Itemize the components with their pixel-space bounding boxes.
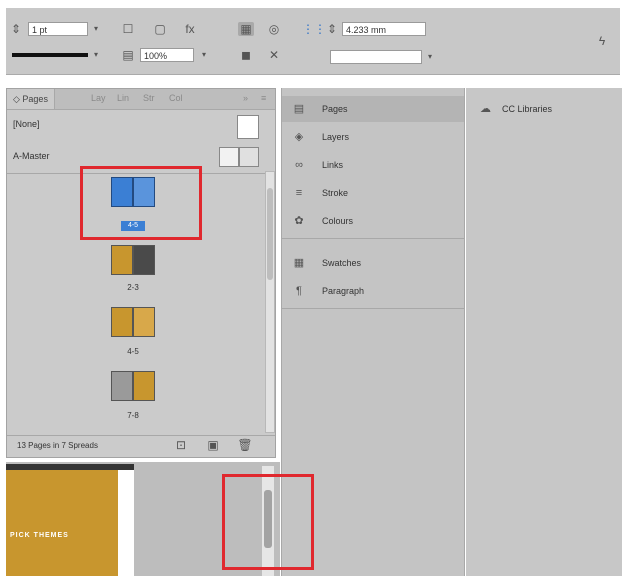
width-stepper-icon[interactable]: ⇕ xyxy=(324,22,340,36)
highlight-box-selected-spread xyxy=(80,166,202,240)
dock-divider xyxy=(282,308,464,309)
stroke-icon: ≡ xyxy=(295,187,303,199)
none-master-label[interactable]: [None] xyxy=(13,119,40,129)
cc-libraries-label[interactable]: CC Libraries xyxy=(502,104,552,114)
new-page-icon[interactable]: ▣ xyxy=(205,438,221,452)
panel-menu-icon[interactable]: ≡ xyxy=(261,93,266,103)
dock-item-stroke[interactable]: ≡ Stroke xyxy=(282,180,464,206)
zoom-field[interactable]: 100% xyxy=(140,48,194,62)
swatches-icon: ▦ xyxy=(293,257,305,269)
dock-item-label: Pages xyxy=(322,104,348,114)
dock-item-label: Swatches xyxy=(322,258,362,268)
dock-item-layers[interactable]: ◈ Layers xyxy=(282,124,464,150)
wrap-icon[interactable]: ◎ xyxy=(266,22,282,36)
tab-layers[interactable]: Lay xyxy=(91,93,106,103)
spread-thumb[interactable] xyxy=(111,307,155,337)
tab-pages-label: Pages xyxy=(22,94,48,104)
cc-libraries-panel: ☁ CC Libraries xyxy=(466,88,622,576)
control-bar: ⇕ 1 pt ▾ ▾ ☐ ▢ fx ▤ 100% ▾ ▦ ◎ ◼ ✕ ⋮⋮ ⇕ … xyxy=(6,8,620,75)
width-field[interactable]: 4.233 mm xyxy=(342,22,426,36)
dock-item-pages[interactable]: ▤ Pages xyxy=(282,96,464,122)
panel-tab-row: ◇ Pages Lay Lin Str Col » ≡ xyxy=(7,89,275,110)
colours-icon: ✿ xyxy=(294,215,304,227)
delete-page-icon[interactable]: 🗑 xyxy=(237,438,253,452)
panel-expand-icon[interactable]: » xyxy=(243,93,248,103)
stroke-color-dropdown-icon[interactable]: ▾ xyxy=(424,50,436,64)
pages-scrollbar-thumb[interactable] xyxy=(267,188,273,280)
tab-pages[interactable]: ◇ Pages xyxy=(7,89,55,109)
spread-label: 2-3 xyxy=(127,283,139,292)
dock-divider xyxy=(282,238,464,239)
page-size-icon[interactable]: ⊡ xyxy=(173,438,189,452)
document-page[interactable]: PICK THEMES xyxy=(6,470,134,576)
spread-label: 4-5 xyxy=(127,347,139,356)
zoom-dropdown-icon[interactable]: ▾ xyxy=(198,48,210,62)
spread-thumb[interactable] xyxy=(111,245,155,275)
opacity-icon[interactable]: ▤ xyxy=(120,48,136,62)
stroke-type-dropdown-icon[interactable]: ▾ xyxy=(90,48,102,62)
pages-scrollbar[interactable] xyxy=(265,171,275,433)
tab-links[interactable]: Lin xyxy=(117,93,129,103)
dock-item-label: Stroke xyxy=(322,188,349,198)
box-icon[interactable]: ▢ xyxy=(152,22,168,36)
fill-frame-icon[interactable]: ◼ xyxy=(238,48,254,62)
fx-icon[interactable]: fx xyxy=(182,22,198,36)
none-master-thumb[interactable] xyxy=(237,115,259,139)
stroke-type-swatch[interactable] xyxy=(12,53,88,57)
frame-icon[interactable]: ☐ xyxy=(120,22,136,36)
pages-icon: ▤ xyxy=(293,103,305,115)
dimension-icon: ⋮⋮ xyxy=(302,22,326,36)
highlight-box-scrollbar xyxy=(222,474,314,570)
clear-icon[interactable]: ✕ xyxy=(266,48,282,62)
a-master-label[interactable]: A-Master xyxy=(13,151,50,161)
a-master-thumb[interactable] xyxy=(219,147,259,167)
dock-item-label: Layers xyxy=(322,132,350,142)
stroke-weight-dropdown-icon[interactable]: ▾ xyxy=(90,22,102,36)
layers-icon: ◈ xyxy=(294,131,304,143)
align-icon[interactable]: ▦ xyxy=(238,22,254,36)
spread-label: 7-8 xyxy=(127,411,139,420)
cc-libraries-icon: ☁ xyxy=(480,103,491,115)
pages-panel: ◇ Pages Lay Lin Str Col » ≡ [None] A-Mas… xyxy=(6,88,276,458)
spread-thumb[interactable] xyxy=(111,371,155,401)
tab-colours[interactable]: Col xyxy=(169,93,183,103)
footer-divider xyxy=(7,435,275,436)
dock-item-paragraph[interactable]: ¶ Paragraph xyxy=(282,278,464,304)
stroke-weight-field[interactable]: 1 pt xyxy=(28,22,88,36)
dock-item-swatches[interactable]: ▦ Swatches xyxy=(282,250,464,276)
dock-item-label: Paragraph xyxy=(322,286,365,296)
pages-status: 13 Pages in 7 Spreads xyxy=(17,441,98,450)
links-icon: ∞ xyxy=(295,159,303,171)
dock-item-label: Colours xyxy=(322,216,354,226)
banner-text: PICK THEMES xyxy=(10,532,69,539)
tab-stroke[interactable]: Str xyxy=(143,93,155,103)
lightning-icon[interactable]: ϟ xyxy=(594,34,610,48)
document-page-right xyxy=(118,470,134,576)
stroke-weight-stepper-icon[interactable]: ⇕ xyxy=(8,22,24,36)
paragraph-icon: ¶ xyxy=(296,285,302,297)
dock-item-label: Links xyxy=(322,160,344,170)
stroke-color-field[interactable] xyxy=(330,50,422,64)
dock-item-colours[interactable]: ✿ Colours xyxy=(282,208,464,234)
dock-item-links[interactable]: ∞ Links xyxy=(282,152,464,178)
